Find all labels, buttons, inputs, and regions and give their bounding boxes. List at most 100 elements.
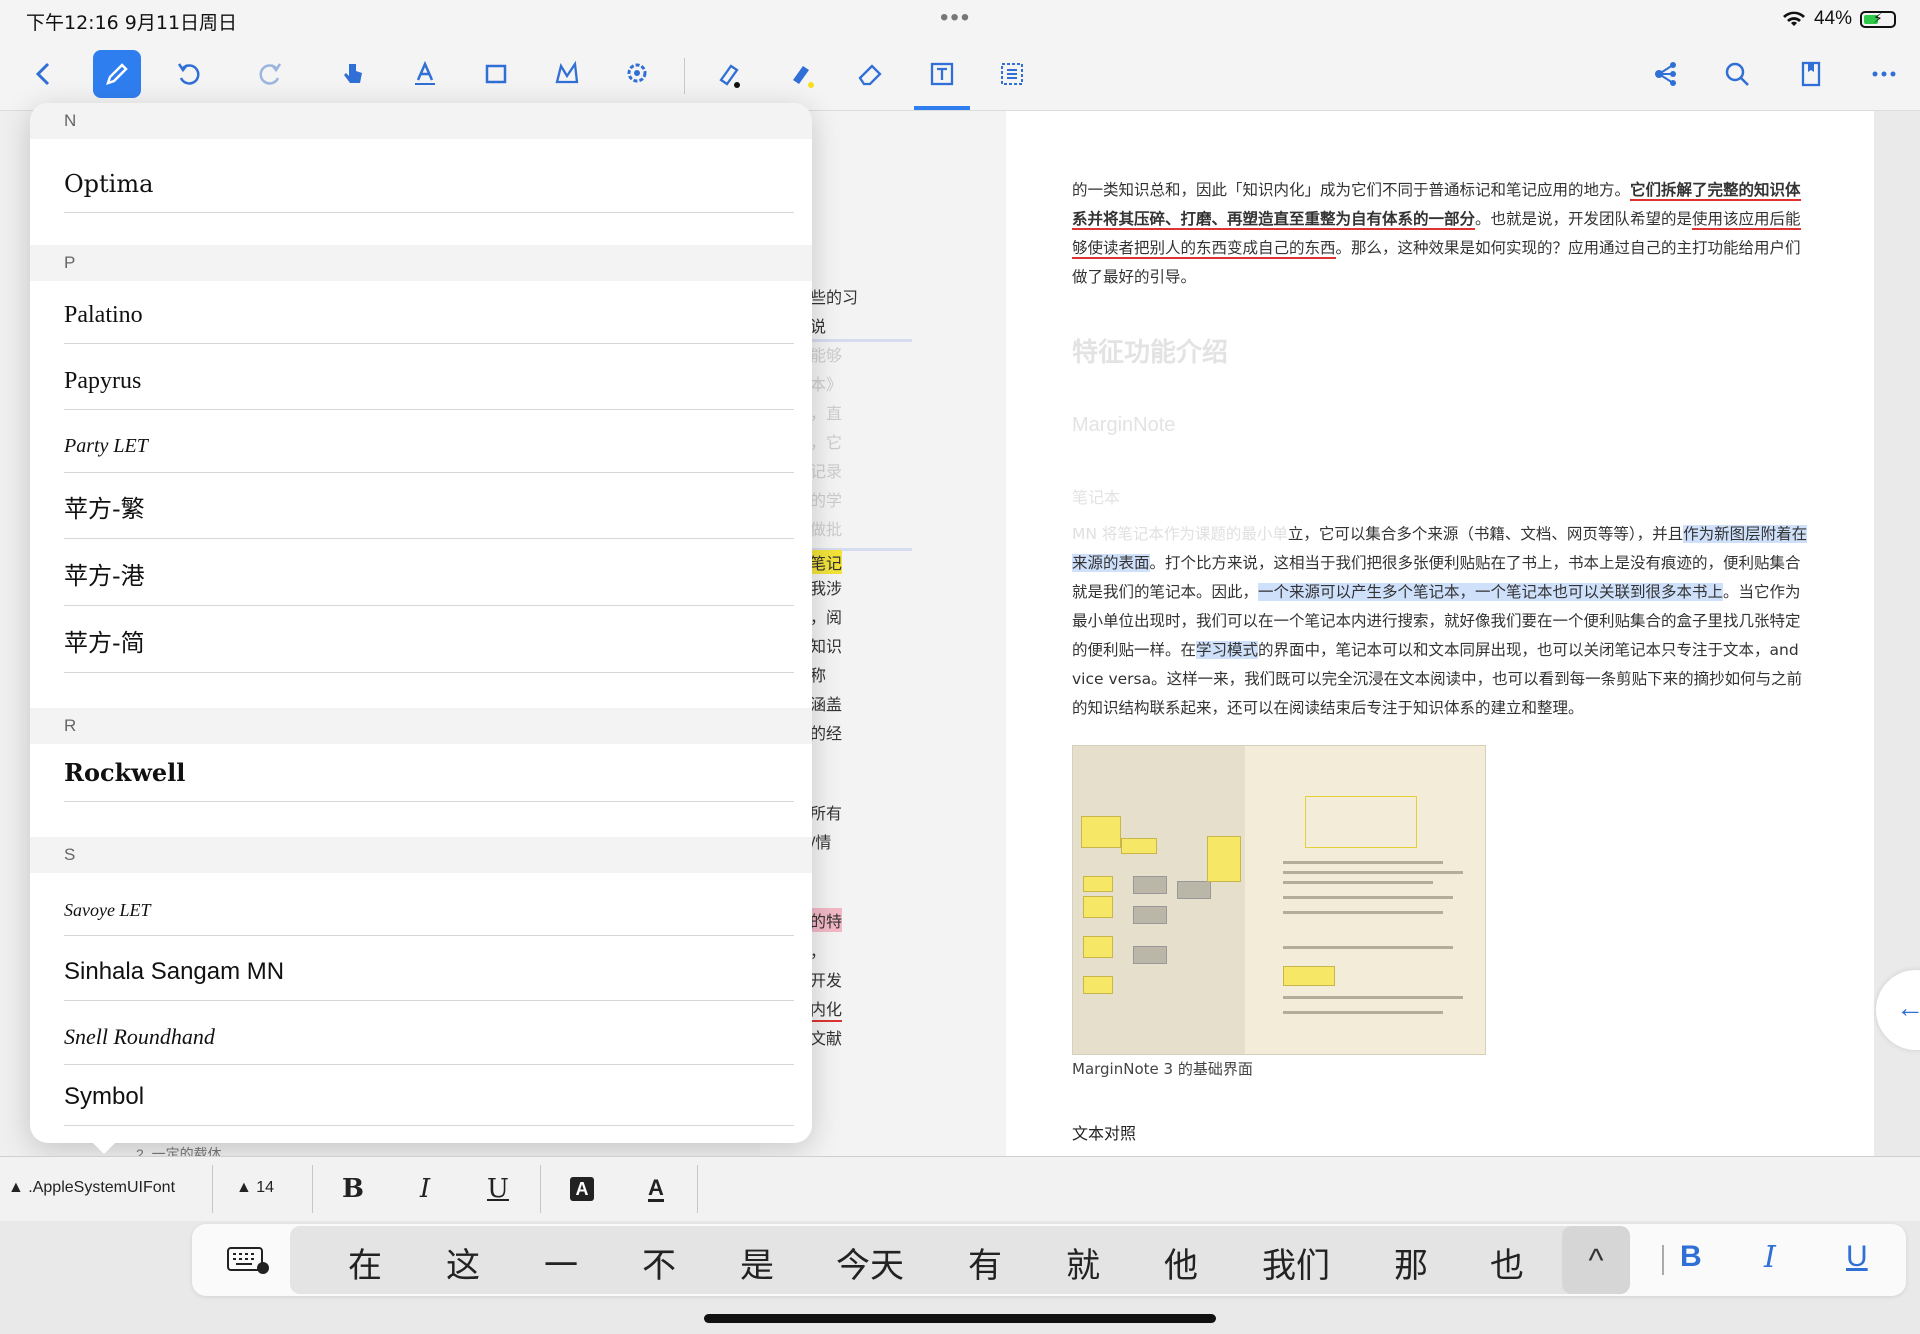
font-option-papyrus[interactable]: Papyrus <box>64 345 794 410</box>
outline-line[interactable]: 知识 <box>810 633 842 657</box>
outline-line[interactable]: 的经 <box>810 720 842 744</box>
mindmap-icon[interactable] <box>1641 50 1689 98</box>
candidate-word[interactable]: 不 <box>642 1238 676 1287</box>
index-letter-v[interactable]: V <box>808 893 812 911</box>
font-option-pingfang-tc[interactable]: 苹方-繁 <box>64 474 794 539</box>
candidate-word[interactable]: 有 <box>968 1238 1002 1287</box>
eraser-icon[interactable] <box>846 50 894 98</box>
candidate-word[interactable]: 在 <box>348 1238 382 1287</box>
outline-line[interactable]: 涵盖 <box>810 691 842 715</box>
keyboard-hide-icon[interactable] <box>226 1244 270 1276</box>
candidate-word[interactable]: 就 <box>1066 1238 1100 1287</box>
index-letter-i[interactable]: I <box>808 445 812 463</box>
outline-line[interactable]: 内化 <box>810 996 843 1022</box>
doc-highlight[interactable]: 一个来源可以产生多个笔记本，一个笔记本也可以关联到很多本书上 <box>1258 583 1724 601</box>
index-letter-m[interactable]: M <box>808 594 812 612</box>
font-option-snell-roundhand[interactable]: Snell Roundhand <box>64 1000 794 1065</box>
more-icon[interactable] <box>1860 50 1908 98</box>
bold-button[interactable]: B <box>333 1169 373 1209</box>
index-letter-p[interactable]: P <box>808 669 812 687</box>
outline-line[interactable]: 做批 <box>810 516 842 540</box>
outline-line[interactable]: ，它 <box>810 429 842 453</box>
settings-icon[interactable] <box>614 50 662 98</box>
outline-line[interactable]: 笔记 <box>810 550 843 574</box>
outline-line[interactable]: 开发 <box>810 967 842 991</box>
index-letter-g[interactable]: G <box>808 370 813 388</box>
keyboard-italic-button[interactable]: I <box>1764 1240 1776 1275</box>
font-option-savoye-let[interactable]: Savoye LET <box>64 871 794 936</box>
multitask-dots[interactable]: ••• <box>940 4 971 32</box>
outline-line[interactable]: 些的习 <box>810 284 858 308</box>
highlighter-icon[interactable] <box>777 50 825 98</box>
outline-line[interactable]: 本》 <box>810 371 842 395</box>
outline-line[interactable]: 能够 <box>810 342 842 366</box>
doc-screenshot-image[interactable] <box>1072 745 1486 1055</box>
font-option-rockwell[interactable]: Rockwell <box>64 737 794 802</box>
index-letter-r[interactable]: R <box>808 744 812 762</box>
font-size-selector[interactable]: ▲ 14 <box>236 1179 274 1197</box>
index-letter-hash[interactable]: # <box>808 1083 812 1101</box>
font-option-sinhala-sangam[interactable]: Sinhala Sangam MN <box>64 936 794 1001</box>
undo-icon[interactable] <box>165 50 213 98</box>
select-rect-icon[interactable] <box>472 50 520 98</box>
outline-line[interactable]: ，直 <box>810 400 842 424</box>
index-letter-x[interactable]: X <box>808 968 812 986</box>
candidate-word[interactable]: 也 <box>1490 1238 1524 1287</box>
outline-line[interactable]: ， <box>810 938 826 962</box>
candidate-word[interactable]: 这 <box>446 1238 480 1287</box>
font-option-symbol[interactable]: Symbol <box>64 1061 794 1126</box>
outline-icon[interactable] <box>988 50 1036 98</box>
underline-button[interactable]: U <box>478 1169 518 1209</box>
candidate-word[interactable]: 是 <box>740 1238 774 1287</box>
candidate-word[interactable]: 今天 <box>836 1238 904 1287</box>
redo-icon[interactable] <box>246 50 294 98</box>
outline-line[interactable]: 称 <box>810 662 826 686</box>
format-divider <box>540 1165 541 1213</box>
text-style-icon[interactable] <box>401 50 449 98</box>
outline-line[interactable]: 的学 <box>810 487 842 511</box>
outline-line[interactable]: 说 <box>810 313 826 337</box>
outline-line[interactable]: 我涉 <box>810 575 842 599</box>
image-text-line <box>1283 996 1463 999</box>
outline-line[interactable]: ，阅 <box>810 604 842 628</box>
search-icon[interactable] <box>1713 50 1761 98</box>
outline-line[interactable]: 记录 <box>810 458 842 482</box>
candidate-word[interactable]: 我们 <box>1262 1238 1330 1287</box>
hand-icon[interactable] <box>329 50 377 98</box>
expand-candidates-button[interactable]: ^ <box>1562 1226 1630 1294</box>
index-letter-a[interactable]: A <box>808 145 812 163</box>
keyboard-underline-button[interactable]: U <box>1846 1240 1868 1274</box>
doc-highlight[interactable]: 学习模式 <box>1196 641 1259 659</box>
background-color-button[interactable]: A <box>562 1169 602 1209</box>
text-color-button[interactable]: A <box>636 1169 676 1209</box>
index-letter-c[interactable]: C <box>808 220 812 238</box>
keyboard-bold-button[interactable]: B <box>1680 1240 1702 1274</box>
index-letter-k[interactable]: K <box>808 519 812 537</box>
font-option-pingfang-sc[interactable]: 苹方-简 <box>64 608 794 673</box>
outline-line[interactable]: 文献 <box>810 1025 842 1049</box>
index-letter-e[interactable]: E <box>808 295 812 313</box>
font-option-pingfang-hk[interactable]: 苹方-港 <box>64 541 794 606</box>
outline-line[interactable]: 所有 <box>810 800 842 824</box>
index-letter-t[interactable]: T <box>808 818 812 836</box>
bookmark-icon[interactable] <box>1787 50 1835 98</box>
outline-line[interactable]: /情 <box>810 829 831 853</box>
font-selector[interactable]: ▲ .AppleSystemUIFont <box>8 1179 175 1197</box>
candidate-word[interactable]: 那 <box>1394 1238 1428 1287</box>
back-icon[interactable] <box>20 50 68 98</box>
outline-line[interactable]: 的特 <box>810 908 843 932</box>
candidate-word[interactable]: 他 <box>1164 1238 1198 1287</box>
fountain-pen-icon[interactable] <box>705 50 753 98</box>
font-option-optima[interactable]: Optima <box>64 148 794 213</box>
font-option-party-let[interactable]: Party LET <box>64 408 794 473</box>
italic-button[interactable]: I <box>405 1169 445 1209</box>
lasso-icon[interactable] <box>543 50 591 98</box>
chevron-up-icon: ^ <box>1588 1241 1604 1278</box>
font-option-palatino[interactable]: Palatino <box>64 279 794 344</box>
doc-paragraph-1: 的一类知识总和，因此「知识内化」成为它们不同于普通标记和笔记应用的地方。它们拆解… <box>1072 176 1808 292</box>
index-letter-z[interactable]: Z <box>808 1043 812 1061</box>
textbox-icon[interactable] <box>918 50 966 98</box>
candidate-word[interactable]: 一 <box>544 1238 578 1287</box>
image-text-line <box>1283 896 1453 899</box>
pen-icon[interactable] <box>93 50 141 98</box>
